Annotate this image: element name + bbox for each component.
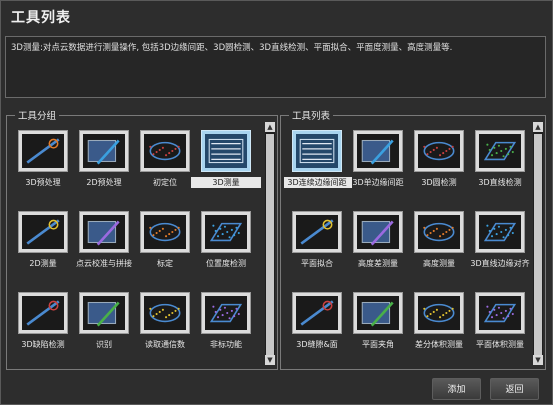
description-box: 3D测量:对点云数据进行测量操作, 包括3D边缘间距、3D圆检测、3D直线检测、… [5, 36, 546, 98]
scroll-up-icon[interactable]: ▲ [533, 122, 543, 132]
tool-label: 非标功能 [210, 340, 242, 349]
tool-thumbnail [140, 130, 190, 172]
tool-label: 3D缺陷检测 [21, 340, 65, 349]
tool-thumbnail [414, 130, 464, 172]
tool-thumbnail [475, 130, 525, 172]
tool-label: 3D直线检测 [478, 178, 522, 187]
tool-group-grid: 3D预处理 2D预处理 初定位 3D测量 2D测量 点云校准与拼接 标定 位置度检测 3D缺陷检… [10, 122, 263, 365]
line-detect-icon [479, 134, 521, 168]
circle-detect-icon [418, 134, 460, 168]
tool-thumbnail [414, 211, 464, 253]
scroll-down-icon[interactable]: ▼ [265, 355, 275, 365]
tool-label: 3D单边缘间距 [352, 178, 404, 187]
scroll-thumb[interactable] [266, 134, 274, 358]
height-diff-icon [357, 215, 399, 249]
tool-group-title: 工具分组 [15, 108, 60, 122]
tool-label: 2D预处理 [86, 178, 122, 187]
tool-thumbnail [353, 130, 403, 172]
image-pencil-icon [83, 134, 125, 168]
calibrate-icon [83, 215, 125, 249]
plane-volume-icon [479, 296, 521, 330]
tool-label: 标定 [157, 259, 173, 268]
tool-thumbnail [201, 130, 251, 172]
height-measure-icon [418, 215, 460, 249]
match-icon [144, 134, 186, 168]
2d-measure-icon [22, 215, 64, 249]
tool-label: 识别 [96, 340, 112, 349]
tool-label: 差分体积测量 [415, 340, 463, 349]
tool-group-panel: 工具分组 3D预处理 2D预处理 初定位 3D测量 2D测量 点云校准与拼接 标定 位置度检测… [6, 108, 278, 370]
add-button[interactable]: 添加 [432, 378, 481, 400]
tool-label: 3D缝隙&面 [296, 340, 338, 349]
tool-label: 3D预处理 [25, 178, 61, 187]
tool-group-scrollbar[interactable]: ▲ ▼ [265, 122, 275, 365]
3d-measure-icon [205, 134, 247, 168]
tool-thumbnail [18, 211, 68, 253]
scroll-up-icon[interactable]: ▲ [265, 122, 275, 132]
back-button[interactable]: 返回 [490, 378, 539, 400]
tool-thumbnail [18, 292, 68, 334]
tool-thumbnail [18, 130, 68, 172]
scroll-down-icon[interactable]: ▼ [533, 355, 543, 365]
tool-label: 3D圆检测 [421, 178, 457, 187]
tool-thumbnail [475, 211, 525, 253]
tool-label: 3D连续边缘间距 [284, 177, 352, 188]
ocr-code-icon [83, 296, 125, 330]
tool-thumbnail [475, 292, 525, 334]
tool-label: 位置度检测 [206, 259, 246, 268]
tool-label: 平面体积测量 [476, 340, 524, 349]
plane-angle-icon [357, 296, 399, 330]
window-title: 工具列表 [11, 10, 71, 26]
tool-thumbnail [353, 211, 403, 253]
tool-thumbnail [292, 211, 342, 253]
wrench-cloud-icon [22, 134, 64, 168]
scroll-thumb[interactable] [534, 134, 542, 358]
gap-icon [296, 296, 338, 330]
tool-thumbnail [201, 292, 251, 334]
phone-icon [144, 296, 186, 330]
tool-label: 平面夹角 [362, 340, 394, 349]
tool-label: 3D直线边缘对齐 [470, 259, 530, 268]
line-align-icon [479, 215, 521, 249]
tool-thumbnail [292, 130, 342, 172]
tool-list-grid: 3D连续边缘间距 3D单边缘间距 3D圆检测 3D直线检测平面拟合 高度差测量 高度测量 3… [284, 122, 531, 365]
tool-thumbnail [79, 292, 129, 334]
tool-thumbnail [292, 292, 342, 334]
tool-thumbnail [140, 211, 190, 253]
tool-list-title: 工具列表 [289, 108, 334, 122]
tool-label: 2D测量 [29, 259, 57, 268]
tool-label: 点云校准与拼接 [76, 259, 132, 268]
tool-thumbnail [414, 292, 464, 334]
tool-thumbnail [353, 292, 403, 334]
tool-thumbnail [79, 211, 129, 253]
defect-icon [22, 296, 64, 330]
tool-thumbnail [201, 211, 251, 253]
diff-volume-icon [418, 296, 460, 330]
gears-icon [205, 296, 247, 330]
crosshair-icon [205, 215, 247, 249]
tool-label: 高度测量 [423, 259, 455, 268]
tool-list-window: 工具列表 3D测量:对点云数据进行测量操作, 包括3D边缘间距、3D圆检测、3D… [0, 0, 553, 405]
tool-label: 平面拟合 [301, 259, 333, 268]
tool-label: 初定位 [153, 178, 177, 187]
tool-list-scrollbar[interactable]: ▲ ▼ [533, 122, 543, 365]
edge-distance-icon [296, 134, 338, 168]
single-edge-icon [357, 134, 399, 168]
tool-label: 3D测量 [191, 177, 261, 188]
tool-label: 高度差测量 [358, 259, 398, 268]
plane-fit-icon [296, 215, 338, 249]
tool-thumbnail [140, 292, 190, 334]
image-world-icon [144, 215, 186, 249]
tool-list-panel: 工具列表 3D连续边缘间距 3D单边缘间距 3D圆检测 3D直线检测平面拟合 高度差测量… [280, 108, 546, 370]
tool-label: 读取通信数 [145, 340, 185, 349]
tool-thumbnail [79, 130, 129, 172]
